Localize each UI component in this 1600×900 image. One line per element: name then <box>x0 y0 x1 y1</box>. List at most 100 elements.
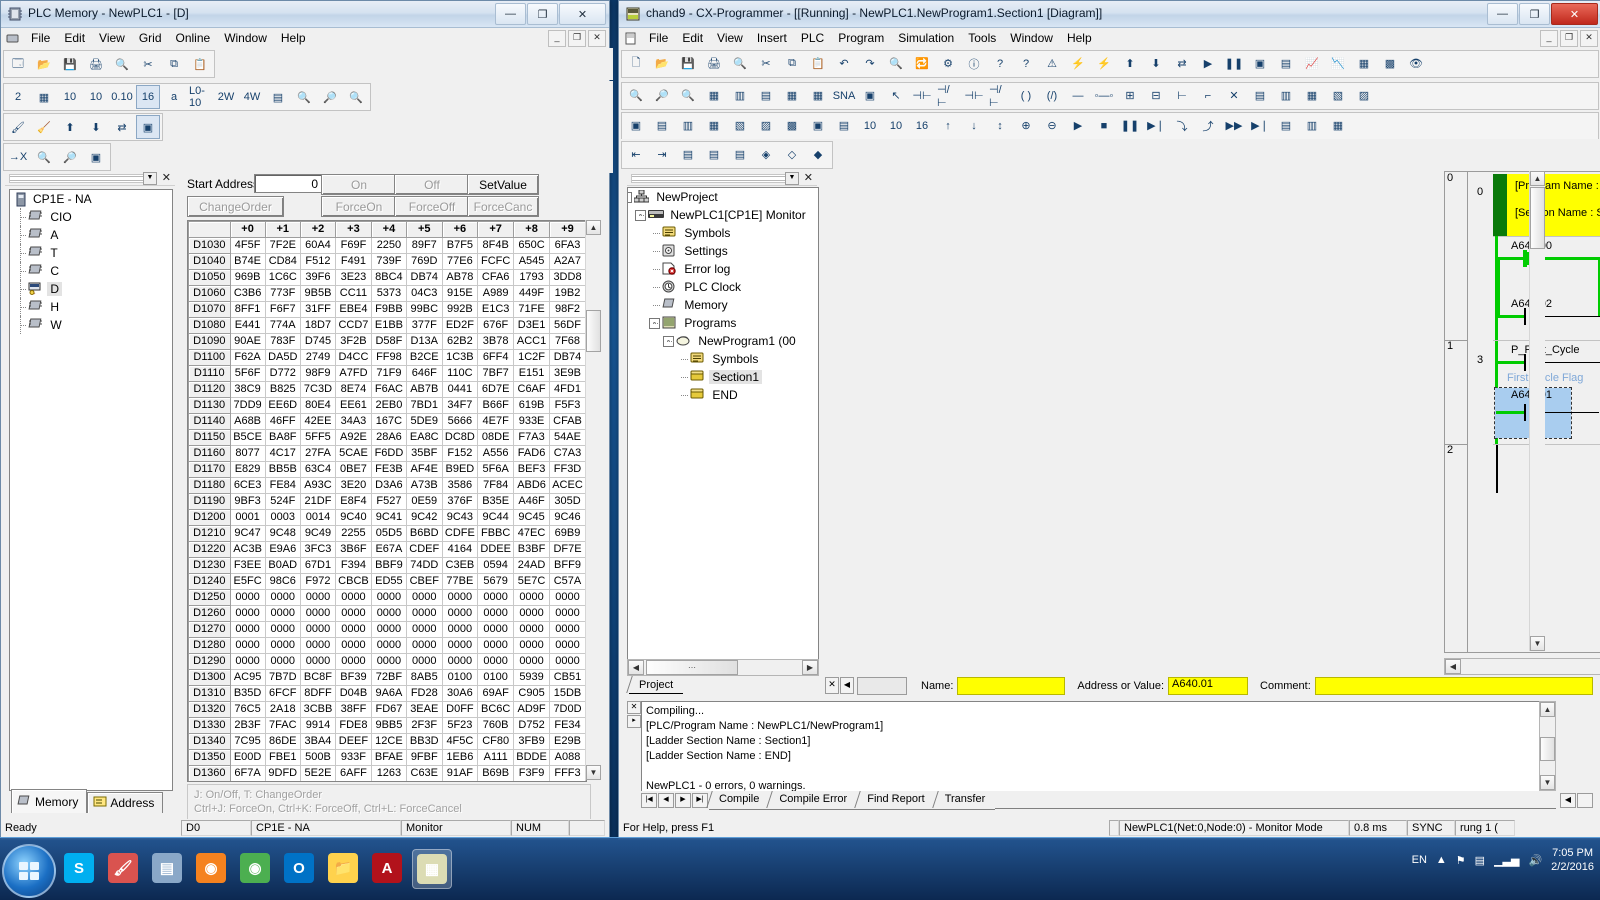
grid-cell[interactable]: 0000 <box>513 605 551 622</box>
grid-cell[interactable]: 18D7 <box>299 317 337 334</box>
grid-cell[interactable]: 9C47 <box>229 525 266 542</box>
run-mode-icon[interactable]: ▶ <box>1196 52 1220 76</box>
grid-cell[interactable]: 0000 <box>370 621 407 638</box>
grid-cell[interactable]: 0000 <box>299 653 337 670</box>
grid-cell[interactable]: C6AF <box>513 381 551 398</box>
grid-cell[interactable]: AB78 <box>441 269 479 286</box>
grid-cell[interactable]: 77E6 <box>441 253 479 270</box>
menu-window[interactable]: Window <box>217 29 274 47</box>
cx-programmer-window-buttons[interactable]: — ❐ ✕ <box>1487 3 1598 25</box>
grid-cell[interactable]: 0014 <box>299 509 337 526</box>
tab-project[interactable]: Project <box>629 676 684 694</box>
show-symbols-icon[interactable]: ▥ <box>728 84 752 108</box>
grid-cell[interactable]: A556 <box>477 445 515 462</box>
grid-cell[interactable]: F6DD <box>370 445 407 462</box>
scroll-left-button[interactable]: ◀ <box>1445 659 1461 674</box>
grid-cell[interactable]: 0001 <box>229 509 266 526</box>
grid-cell[interactable]: 305D <box>549 493 586 510</box>
online-work-icon[interactable]: ⚡ <box>1066 52 1090 76</box>
grid-cell[interactable]: 3586 <box>441 477 479 494</box>
mdi-close-button[interactable]: ✕ <box>1580 30 1598 47</box>
output-window-controls[interactable]: ✕ ▸ <box>627 701 641 728</box>
grid-cell[interactable]: C3B6 <box>229 285 266 302</box>
grid-cell[interactable]: 9B5B <box>299 285 337 302</box>
scroll-thumb[interactable] <box>1540 737 1555 761</box>
grid-cell[interactable]: FCFC <box>477 253 515 270</box>
grid-cell[interactable]: 0000 <box>264 653 301 670</box>
time-chart-icon[interactable]: 📉 <box>1326 52 1350 76</box>
grid-cell[interactable]: 0000 <box>513 621 551 638</box>
new-project-icon[interactable]: 🗋 <box>624 52 648 76</box>
new-contact-icon[interactable]: ⊣⊢ <box>910 84 934 108</box>
pt8-icon[interactable]: ▣ <box>806 114 830 138</box>
menu-edit[interactable]: Edit <box>57 29 92 47</box>
grid-cell[interactable]: E441 <box>229 317 266 334</box>
delete-element-icon[interactable]: ✕ <box>1222 84 1246 108</box>
grid-cell[interactable]: D4CC <box>335 349 372 366</box>
sim-step-icon[interactable]: ▶❘ <box>1144 114 1168 138</box>
indent-left-icon[interactable]: ⇤ <box>624 143 648 167</box>
grid-cell[interactable]: 0000 <box>335 605 372 622</box>
grid-cell[interactable]: 9C42 <box>405 509 443 526</box>
grid-cell[interactable]: CFAB <box>549 413 586 430</box>
close-button[interactable]: ✕ <box>1551 3 1598 25</box>
grid-cell[interactable]: F152 <box>441 445 479 462</box>
panel-drag-grip[interactable] <box>631 174 787 183</box>
chevron-down-icon[interactable]: ▼ <box>785 172 799 185</box>
grid-cell[interactable]: A46F <box>513 493 551 510</box>
grid-cell[interactable]: EA8C <box>405 429 443 446</box>
scroll-thumb[interactable] <box>586 310 601 352</box>
grid-cell[interactable]: FD28 <box>405 685 443 702</box>
grid-cell[interactable]: 1263 <box>370 765 407 781</box>
save-project-icon[interactable]: 💾 <box>676 52 700 76</box>
grid-cell[interactable]: 8077 <box>229 445 266 462</box>
grid-cell[interactable]: 0000 <box>370 653 407 670</box>
grid-cell[interactable]: EE61 <box>335 397 372 414</box>
grid-cell[interactable]: C63E <box>405 765 443 781</box>
grid-cell[interactable]: 8DFF <box>299 685 337 702</box>
sim-b3-icon[interactable]: ▦ <box>1326 114 1350 138</box>
tree-node-symbols[interactable]: Symbols <box>628 350 818 368</box>
grid-cell[interactable]: FD67 <box>370 701 407 718</box>
cx-simulation-toolbar[interactable]: ▣ ▤ ▥ ▦ ▧ ▨ ▩ ▣ ▤ 10 10 16 ↑ ↓ ↕ ⊕ ⊖ ▶ ■ ❚❚ ▶❘ ⤵ ⤴ ▶▶ ▶❘ ▤ ▥ ▦ <box>621 111 1599 140</box>
output-tab-compile[interactable]: Compile <box>709 790 770 809</box>
grid-cell[interactable]: 9C40 <box>335 509 372 526</box>
grid-cell[interactable]: CC11 <box>335 285 372 302</box>
property-type-field[interactable] <box>857 676 907 695</box>
grid-cell[interactable]: 9C49 <box>299 525 337 542</box>
grid-cell[interactable]: 6F7A <box>229 765 266 781</box>
grid-cell[interactable]: BF39 <box>335 669 372 686</box>
save-icon[interactable]: 💾 <box>58 52 82 76</box>
scroll-thumb[interactable] <box>1530 187 1545 249</box>
memory-grid-scrollbar[interactable]: ▲ ▼ <box>585 220 601 780</box>
grid-cell[interactable]: 7FAC <box>264 717 301 734</box>
grid-cell[interactable]: 0000 <box>477 589 515 606</box>
grid-cell[interactable]: FAD6 <box>513 445 551 462</box>
windows-taskbar[interactable]: S 🖌 ▤ ◉ ◉ O 📁 A ▦ EN ▲ ⚑ ▤ ▁▃▅ 🔊 7:05 PM 2/2/201… <box>0 837 1600 900</box>
grid-cell[interactable]: 0000 <box>477 605 515 622</box>
cx-toolbar-row-3[interactable]: ▣ ▤ ▥ ▦ ▧ ▨ ▩ ▣ ▤ 10 10 16 ↑ ↓ ↕ ⊕ ⊖ ▶ ■ ❚❚ ▶❘ ⤵ ⤴ ▶▶ ▶❘ ▤ ▥ ▦ <box>619 110 1600 141</box>
grid-cell[interactable]: 90AE <box>229 333 266 350</box>
grid-cell[interactable]: 0000 <box>264 605 301 622</box>
grid-cell[interactable]: C57A <box>549 573 586 590</box>
volume-icon[interactable]: 🔊 <box>1528 854 1542 867</box>
new-closed-contact-icon[interactable]: ⊣/⊢ <box>936 84 960 109</box>
grid-cell[interactable]: ED2F <box>441 317 479 334</box>
grid-cell[interactable]: 27FA <box>299 445 337 462</box>
grid-cell[interactable]: 19B2 <box>549 285 586 302</box>
grid-cell[interactable]: 8F4B <box>477 237 515 254</box>
grid-cell[interactable]: FE84 <box>264 477 301 494</box>
grid-cell[interactable]: 04C3 <box>405 285 443 302</box>
sfc-a-icon[interactable]: ◈ <box>754 143 778 167</box>
replace-icon[interactable]: 🔁 <box>910 52 934 76</box>
grid-cell[interactable]: 38FF <box>335 701 372 718</box>
tree-item-cio[interactable]: CIO <box>10 208 172 226</box>
cut-icon[interactable]: ✂ <box>754 52 778 76</box>
scroll-thumb[interactable]: ⋯ <box>646 660 738 675</box>
menu-tools[interactable]: Tools <box>961 29 1003 47</box>
view-st-icon[interactable]: ▦ <box>1300 84 1324 108</box>
memory-ops-toolbar-group[interactable]: 🖌 🧹 ⬆ ⬇ ⇄ ▣ <box>3 113 163 141</box>
grid-cell[interactable]: EE6D <box>264 397 301 414</box>
transfer-from-plc-icon[interactable]: ⬇ <box>1144 52 1168 76</box>
grid-cell[interactable]: B825 <box>264 381 301 398</box>
